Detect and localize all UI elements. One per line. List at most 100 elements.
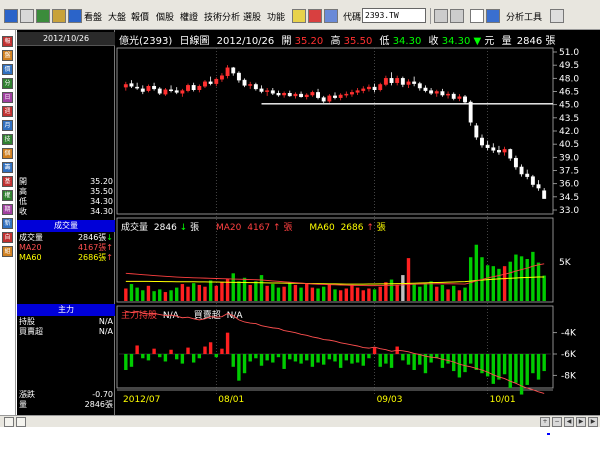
change-label: 漲跌 [19, 390, 35, 399]
date-label: 09/03 [377, 395, 403, 405]
main-force-bar [531, 354, 535, 374]
forward-icon[interactable] [20, 9, 34, 23]
left-strip-icon[interactable]: 基 [2, 176, 13, 187]
chart-area[interactable]: 億光(2393) 日線圖 2012/10/26 開 35.20 高 35.50 … [115, 30, 600, 415]
vol-value: 2846張 [84, 400, 113, 409]
volume-bar [474, 244, 479, 301]
volume-header: 成交量 2846 ↓ 張 MA20 4167 ↑ 張 MA60 2686 ↑ 張 [121, 221, 386, 233]
candle-body [152, 85, 157, 90]
main-tick-label: -6K [561, 350, 577, 360]
left-strip-icon[interactable]: 權 [2, 190, 13, 201]
home-icon[interactable] [68, 9, 82, 23]
holding-value: N/A [98, 317, 113, 326]
menu-technical[interactable]: 技術分析 [204, 10, 240, 23]
candle-body [366, 86, 371, 90]
left-strip-icon[interactable]: 月 [2, 120, 13, 131]
menu-screener[interactable]: 選股 [243, 10, 261, 23]
main-force-bar [214, 354, 218, 358]
volume-section-header: 成交量 [17, 220, 115, 232]
alert-icon[interactable] [308, 9, 322, 23]
cursor-icon[interactable] [470, 9, 484, 23]
candle-body [219, 75, 224, 80]
header-vol-label: 量 [502, 35, 512, 47]
candle-body [327, 95, 332, 102]
scroll-left-icon[interactable]: ◀ [564, 417, 574, 427]
print-icon[interactable] [52, 9, 66, 23]
main-force-bar [271, 354, 275, 363]
candle-body [197, 85, 202, 90]
candle-body [293, 93, 298, 97]
main-force-bar [237, 354, 241, 381]
menu-quote[interactable]: 報價 [131, 10, 149, 23]
candle-body [169, 89, 173, 91]
main-force-bar [491, 354, 495, 384]
main-force-bar [457, 354, 462, 378]
candle-body [434, 91, 439, 94]
volume-bar [418, 286, 422, 301]
volume-bar [468, 257, 473, 301]
volume-bar [129, 284, 134, 301]
left-strip-icon[interactable]: 期 [2, 204, 13, 215]
left-strip-icon[interactable]: 自 [2, 232, 13, 243]
bottom-tab-1[interactable] [4, 417, 14, 427]
search-icon[interactable] [450, 9, 464, 23]
scroll-right-icon[interactable]: ▶ [576, 417, 586, 427]
close-label: 收 [19, 207, 27, 216]
main-force-bar [203, 346, 207, 354]
menu-watch[interactable]: 看盤 [84, 10, 102, 23]
candle-body [350, 92, 354, 95]
chart-tools-icon[interactable] [486, 9, 500, 23]
main-force-bar [135, 345, 139, 354]
left-strip-icon[interactable]: 分 [2, 78, 13, 89]
main-force-bar [378, 354, 382, 367]
stock-chart[interactable]: 億光(2393) 日線圖 2012/10/26 開 35.20 高 35.50 … [115, 30, 600, 415]
menu-stock[interactable]: 個股 [156, 10, 174, 23]
candle-body [225, 67, 230, 76]
close-value: 34.30 [90, 207, 113, 216]
left-strip-icon[interactable]: 組 [2, 246, 13, 257]
left-strip-icon[interactable]: 個 [2, 148, 13, 159]
left-strip-icon[interactable]: 日 [2, 92, 13, 103]
zoom-out-icon[interactable]: − [552, 417, 562, 427]
candle-body [508, 149, 513, 159]
panel-row-low: 低 34.30 [19, 197, 113, 207]
date-label: 2012/07 [123, 395, 160, 405]
candle-body [440, 91, 445, 96]
analysis-tools-button[interactable]: 分析工具 [506, 10, 542, 23]
back-icon[interactable] [4, 9, 18, 23]
left-strip-icon[interactable]: 技 [2, 134, 13, 145]
main-force-bar [231, 354, 235, 367]
panel-row-holding: 持股 N/A [19, 317, 113, 327]
candle-body [333, 95, 337, 98]
main-force-bar [536, 354, 541, 380]
menu-warrant[interactable]: 權證 [180, 10, 198, 23]
main-force-bar [248, 354, 252, 362]
candle-body [265, 90, 270, 92]
settings-icon[interactable] [324, 9, 338, 23]
volume-bar [180, 284, 185, 301]
volume-bar [208, 280, 213, 301]
scroll-end-icon[interactable]: ▶ [588, 417, 598, 427]
refresh-icon[interactable] [36, 9, 50, 23]
left-strip-icon[interactable]: 盤 [2, 50, 13, 61]
candle-body [480, 137, 484, 146]
left-strip-icon[interactable]: 週 [2, 106, 13, 117]
left-strip-icon[interactable]: 籌 [2, 162, 13, 173]
left-strip-icon[interactable]: 報 [2, 36, 13, 47]
left-strip-icon[interactable]: 新 [2, 218, 13, 229]
stock-code-input[interactable]: 2393.TW [362, 8, 426, 23]
menu-dropdown-icon[interactable] [550, 9, 564, 23]
zoom-in-icon[interactable]: + [540, 417, 550, 427]
bottom-status-bar: + − ◀ ▶ ▶ [0, 415, 600, 427]
bottom-tab-2[interactable] [16, 417, 26, 427]
volume-header-unit: 張 [190, 222, 199, 233]
dropdown-icon[interactable] [434, 9, 448, 23]
header-unit: 元 [484, 36, 494, 47]
main-force-bar [440, 354, 445, 368]
menu-functions[interactable]: 功能 [267, 10, 285, 23]
left-strip-icon[interactable]: 價 [2, 64, 13, 75]
menu-market[interactable]: 大盤 [108, 10, 126, 23]
main-force-bar [282, 354, 286, 369]
main-force-bar [355, 354, 360, 363]
favorites-icon[interactable] [292, 9, 306, 23]
